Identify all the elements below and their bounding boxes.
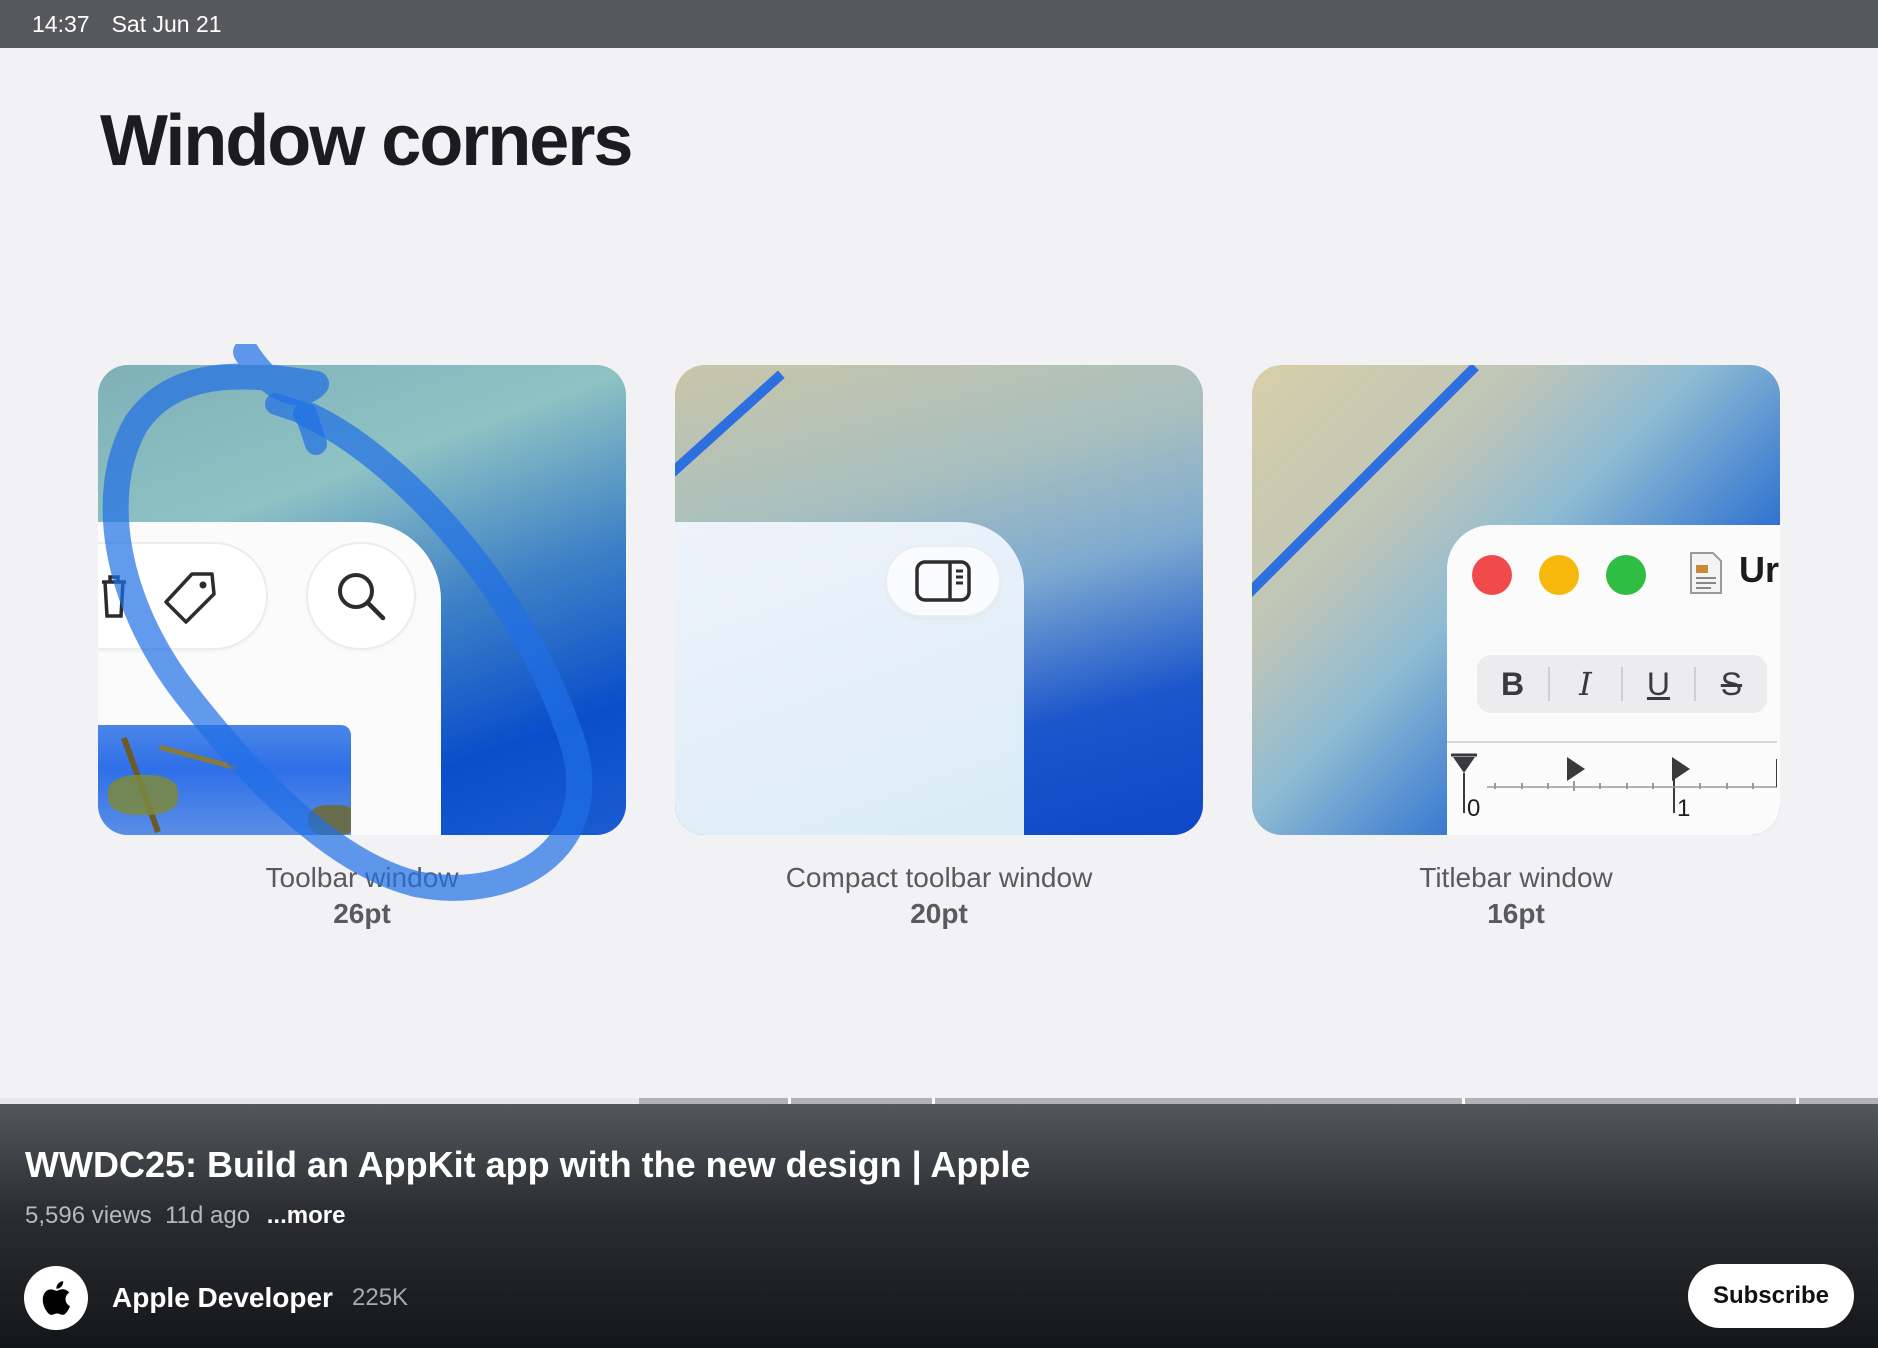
titlebar-window-caption: Titlebar window 16pt <box>1252 860 1780 932</box>
video-meta: 5,596 views 11d ago ...more <box>25 1202 345 1230</box>
tag-icon <box>162 570 218 626</box>
italic-button: I <box>1579 665 1592 703</box>
card-label: Titlebar window <box>1419 862 1613 893</box>
channel-row: Apple Developer 225K Subscribe <box>24 1264 1854 1330</box>
status-time: 14:37 <box>32 10 90 37</box>
bold-button: B <box>1500 665 1525 702</box>
toolbar-window-card <box>98 365 626 835</box>
slide-title: Window corners <box>100 101 633 181</box>
more-link[interactable]: ...more <box>267 1202 346 1229</box>
wallpaper-streak <box>675 370 785 492</box>
corner-radius-value: 26pt <box>333 898 391 929</box>
video-info-panel: WWDC25: Build an AppKit app with the new… <box>0 1104 1878 1348</box>
upload-age: 11d ago <box>165 1202 251 1229</box>
window-title: Ur <box>1739 549 1780 590</box>
apple-logo-icon <box>41 1280 71 1316</box>
text-ruler: 0 1 <box>1447 741 1777 822</box>
card-label: Toolbar window <box>265 862 459 893</box>
strikethrough-button: S <box>1720 665 1743 702</box>
search-button <box>308 544 414 648</box>
close-dot <box>1472 555 1512 595</box>
underline-button: U <box>1646 665 1671 702</box>
zoom-dot <box>1606 555 1646 595</box>
format-toolbar: B I U S <box>1477 655 1767 713</box>
minimize-dot <box>1539 555 1579 595</box>
toolbar-window-mock <box>98 522 441 835</box>
document-icon <box>1689 551 1723 595</box>
compact-toolbar-window-card <box>675 365 1203 835</box>
titlebar-window-mock: Ur B I U S 0 1 <box>1447 525 1780 835</box>
view-count: 5,596 views <box>25 1202 152 1229</box>
corner-radius-value: 16pt <box>1487 898 1545 929</box>
card-label: Compact toolbar window <box>785 862 1093 893</box>
compact-toolbar-window-caption: Compact toolbar window 20pt <box>675 860 1203 932</box>
video-title[interactable]: WWDC25: Build an AppKit app with the new… <box>25 1144 1030 1186</box>
sidebar-toggle-button <box>887 547 999 615</box>
corner-radius-value: 20pt <box>910 898 968 929</box>
subscribe-button[interactable]: Subscribe <box>1688 1264 1854 1328</box>
wallpaper-streak <box>1252 365 1479 604</box>
toolbar-window-caption: Toolbar window 26pt <box>98 860 626 932</box>
trash-icon <box>100 574 130 620</box>
titlebar-window-card: Ur B I U S 0 1 <box>1252 365 1780 835</box>
channel-name[interactable]: Apple Developer <box>112 1282 333 1314</box>
ruler-mark-1: 1 <box>1677 795 1691 822</box>
channel-avatar[interactable] <box>24 1266 88 1330</box>
toolbar-group <box>98 544 266 648</box>
photo-thumbnail <box>98 725 351 835</box>
search-icon <box>335 570 387 622</box>
status-date: Sat Jun 21 <box>111 10 222 37</box>
ruler-mark-0: 0 <box>1467 795 1481 822</box>
subscriber-count: 225K <box>352 1284 409 1311</box>
compact-window-mock <box>675 522 1024 835</box>
sidebar-right-icon <box>914 559 972 603</box>
video-frame[interactable]: Window corners Toolbar window 26pt Compa… <box>0 48 1878 1104</box>
status-bar: 14:37 Sat Jun 21 <box>0 0 1878 48</box>
